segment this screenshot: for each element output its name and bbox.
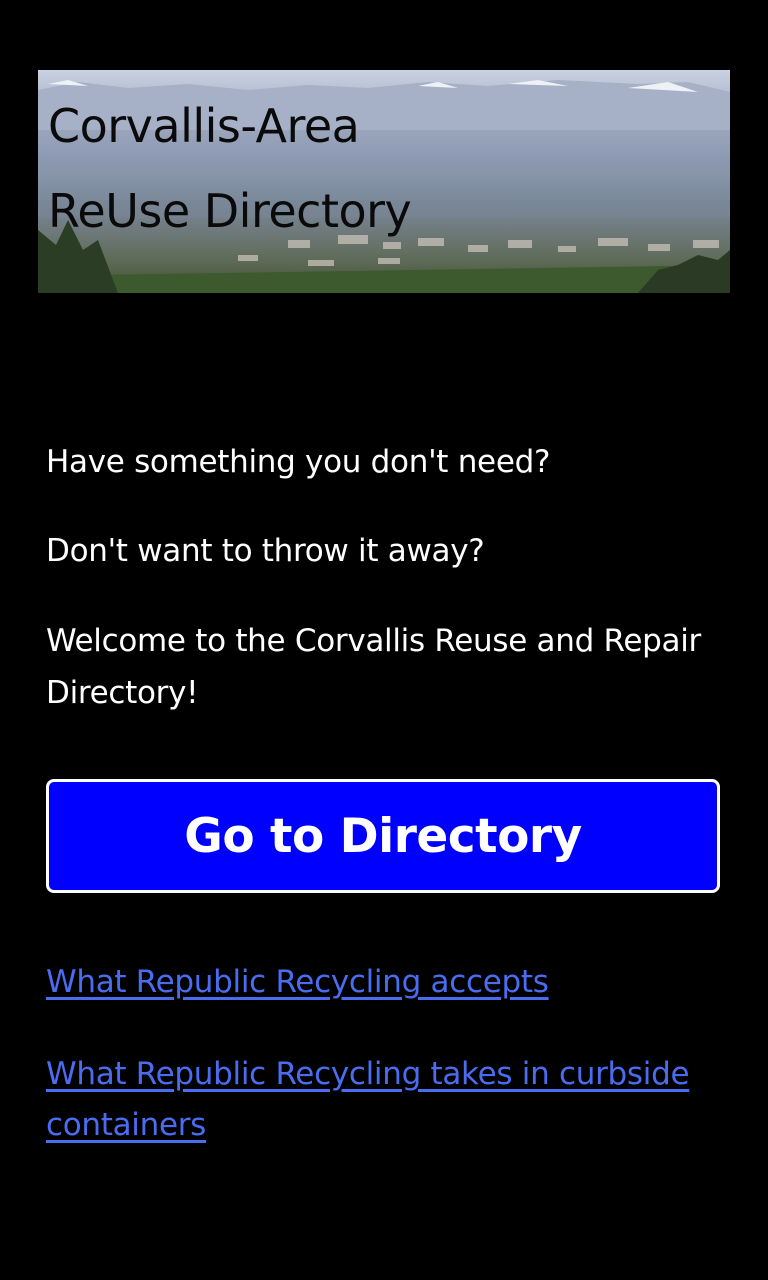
curbside-containers-link[interactable]: What Republic Recycling takes in curbsid… [46,1049,726,1151]
app-title: Corvallis-Area ReUse Directory [48,84,412,254]
header-banner: Corvallis-Area ReUse Directory [38,70,730,293]
go-to-directory-button[interactable]: Go to Directory [46,779,720,893]
welcome-message: Welcome to the Corvallis Reuse and Repai… [46,623,701,711]
app-title-line1: Corvallis-Area [48,99,360,153]
app-title-line2: ReUse Directory [48,184,412,238]
intro-question-2: Don't want to throw it away? [46,533,485,569]
recycling-accepts-link[interactable]: What Republic Recycling accepts [46,957,726,1008]
intro-question-1: Have something you don't need? [46,444,551,480]
